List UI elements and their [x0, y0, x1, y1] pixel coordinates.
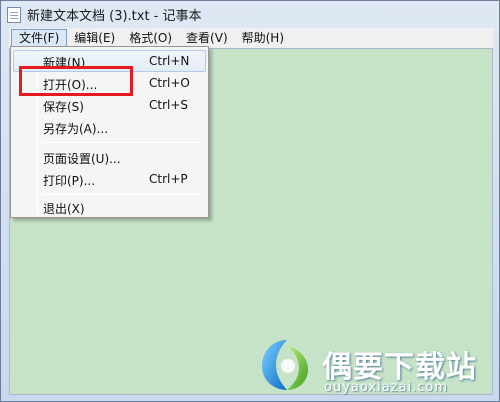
menu-separator [41, 142, 204, 143]
menu-item-exit[interactable]: 退出(X) [13, 196, 206, 218]
menu-edit[interactable]: 编辑(E) [67, 29, 122, 47]
menu-item-shortcut: Ctrl+P [149, 172, 188, 186]
menu-item-label: 打印(P)... [43, 174, 96, 188]
menu-item-page-setup[interactable]: 页面设置(U)... [13, 146, 206, 168]
menu-item-shortcut: Ctrl+N [149, 54, 190, 68]
menu-item-label: 页面设置(U)... [43, 152, 121, 166]
menu-bar: 文件(F) 编辑(E) 格式(O) 查看(V) 帮助(H) [9, 28, 493, 48]
menu-item-label: 保存(S) [43, 100, 84, 114]
menu-item-label: 另存为(A)... [43, 122, 109, 136]
menu-item-save-as[interactable]: 另存为(A)... [13, 116, 206, 138]
menu-item-save[interactable]: 保存(S) Ctrl+S [13, 94, 206, 116]
menu-item-label: 退出(X) [43, 202, 85, 216]
menu-format[interactable]: 格式(O) [122, 29, 179, 47]
window-title: 新建文本文档 (3).txt - 记事本 [27, 9, 202, 24]
menu-file[interactable]: 文件(F) [11, 29, 68, 47]
menu-item-shortcut: Ctrl+O [149, 76, 190, 90]
menu-view[interactable]: 查看(V) [179, 29, 235, 47]
site-logo-icon [262, 340, 308, 390]
watermark: 偶要下载站 ouyaoxiazai.com [250, 332, 496, 398]
watermark-subtitle: ouyaoxiazai.com [324, 380, 448, 395]
menu-separator [41, 194, 204, 195]
menu-item-print[interactable]: 打印(P)... Ctrl+P [13, 168, 206, 190]
red-highlight-box [19, 66, 133, 96]
title-bar[interactable]: 新建文本文档 (3).txt - 记事本 [1, 1, 499, 28]
notepad-icon [7, 6, 21, 23]
menu-item-shortcut: Ctrl+S [149, 98, 189, 112]
menu-help[interactable]: 帮助(H) [235, 29, 291, 47]
